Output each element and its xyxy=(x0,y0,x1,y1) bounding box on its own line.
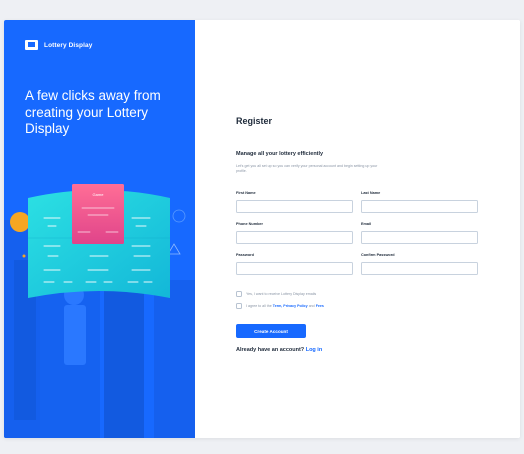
email-optin-label: Yes, I want to receive Lottery Display e… xyxy=(246,292,317,296)
brand-panel: Lottery Display A few clicks away from c… xyxy=(4,20,195,438)
terms-label: I agree to all the Term, Privacy Policy … xyxy=(246,304,324,308)
first-name-label: First Name xyxy=(236,191,256,195)
terms-checkbox[interactable] xyxy=(236,303,242,309)
confirm-password-label: Confirm Password xyxy=(361,253,395,257)
login-prompt-text: Already have an account? xyxy=(236,347,305,353)
first-name-field[interactable] xyxy=(236,200,353,213)
app-window: Lottery Display A few clicks away from c… xyxy=(4,20,520,438)
monitor-icon xyxy=(25,40,38,50)
email-optin-checkbox[interactable] xyxy=(236,291,242,297)
form-subtitle: Manage all your lottery efficiently xyxy=(236,151,324,157)
email-label: Email xyxy=(361,222,372,226)
last-name-label: Last Name xyxy=(361,191,381,195)
terms-and: and xyxy=(308,304,315,308)
hero-headline: A few clicks away from creating your Lot… xyxy=(25,88,161,136)
lottery-display-illustration: Game xyxy=(4,184,195,438)
orange-circle xyxy=(10,212,30,232)
confirm-password-field[interactable] xyxy=(361,262,478,275)
password-label: Password xyxy=(236,253,254,257)
create-account-button[interactable]: Create Account xyxy=(236,324,306,338)
fees-link[interactable]: Fees xyxy=(316,304,324,308)
terms-link[interactable]: Term, Privacy Policy xyxy=(273,304,308,308)
terms-row[interactable]: I agree to all the Term, Privacy Policy … xyxy=(236,303,324,309)
email-optin-row[interactable]: Yes, I want to receive Lottery Display e… xyxy=(236,291,316,297)
form-description: Let's get you all set up so you can veri… xyxy=(236,164,378,173)
last-name-field[interactable] xyxy=(361,200,478,213)
phone-label: Phone Number xyxy=(236,222,264,226)
email-field[interactable] xyxy=(361,231,478,244)
login-prompt: Already have an account? Log in xyxy=(236,347,322,353)
register-panel: Register Manage all your lottery efficie… xyxy=(195,20,520,438)
page-title: Register xyxy=(236,116,273,126)
terms-prefix: I agree to all the xyxy=(246,304,272,308)
game-card-label: Game xyxy=(93,192,105,197)
login-link[interactable]: Log in xyxy=(306,347,323,353)
password-field[interactable] xyxy=(236,262,353,275)
brand[interactable]: Lottery Display xyxy=(25,40,92,50)
brand-name: Lottery Display xyxy=(44,41,93,49)
phone-field[interactable] xyxy=(236,231,353,244)
